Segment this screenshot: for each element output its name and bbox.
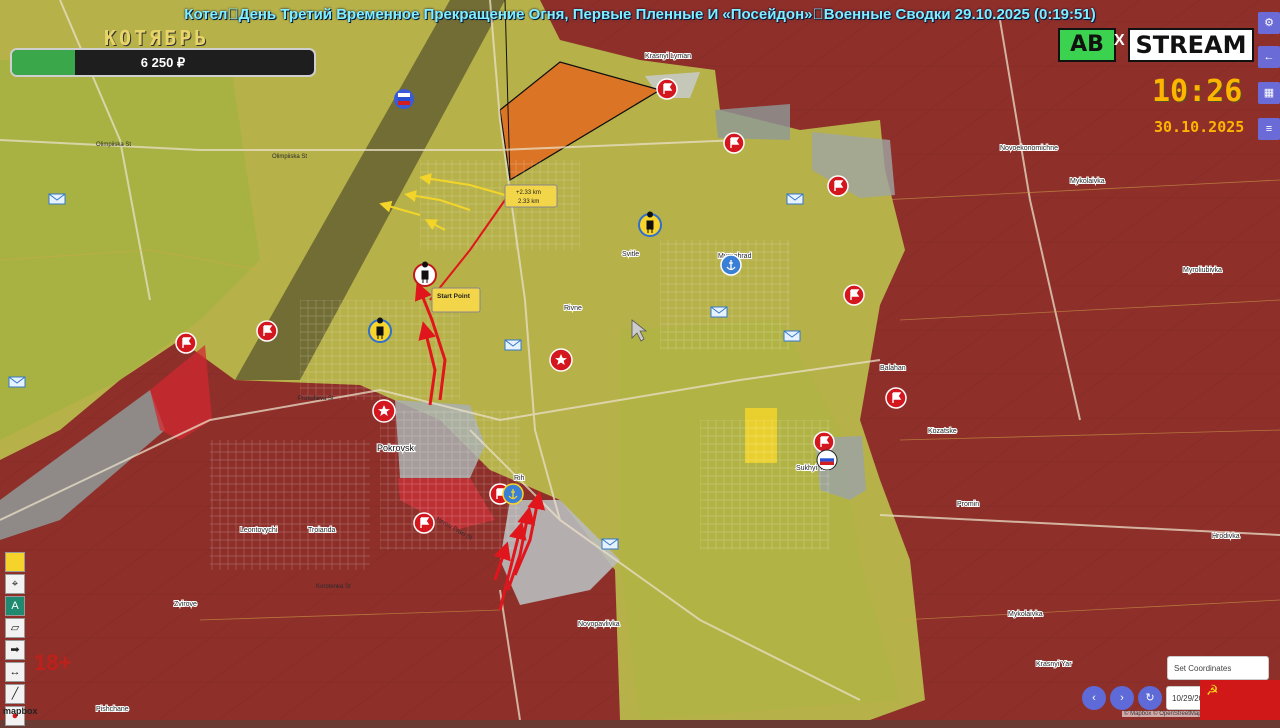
back-button[interactable]: ← <box>1258 46 1280 68</box>
street-label: Olimpiiska St <box>272 154 307 160</box>
mail-icon[interactable] <box>504 339 522 351</box>
russia-flag-icon[interactable] <box>816 449 838 471</box>
start-point-label: Start Point <box>431 287 481 313</box>
logo-x: X <box>1114 32 1125 49</box>
clock: 10:26 <box>1152 74 1243 109</box>
settings-button[interactable]: ⚙ <box>1258 12 1280 34</box>
place-label: Leontovychi <box>240 527 278 534</box>
mapbox-logo: mapbox <box>3 706 38 716</box>
date: 30.10.2025 <box>1154 118 1245 136</box>
street-label: Korotenka St <box>316 584 351 590</box>
gray-zone-north <box>715 104 790 140</box>
star-icon[interactable] <box>549 348 573 372</box>
street-label: Olimpiiska St <box>96 142 131 148</box>
draw-toolbar: ⌖ A ▱ ➡ ↔ ╱ ● <box>5 552 25 728</box>
mail-icon[interactable] <box>601 538 619 550</box>
place-label: Hrodivka <box>1212 533 1240 540</box>
flag-icon[interactable] <box>843 284 865 306</box>
place-label: Zvirove <box>174 601 197 608</box>
video-title: Котел День Третий Временное Прекращение … <box>184 6 1096 23</box>
frontline-map[interactable]: Krasnyi Lyman Novoekonomichne Mykolaivka… <box>0 0 1280 720</box>
place-label: Krasnyi Yar <box>1036 661 1072 668</box>
next-date-button[interactable]: › <box>1110 686 1134 710</box>
menu-button[interactable]: ≡ <box>1258 118 1280 140</box>
flag-icon[interactable] <box>827 175 849 197</box>
soviet-flag: ☭ <box>1200 680 1280 720</box>
flag-icon[interactable] <box>813 431 835 453</box>
mail-icon[interactable] <box>48 193 66 205</box>
star-icon[interactable] <box>372 399 396 423</box>
arrow-tool[interactable]: ➡ <box>5 640 25 660</box>
mail-icon[interactable] <box>786 193 804 205</box>
set-coordinates-input[interactable]: Set Coordinates <box>1167 656 1269 680</box>
logo-stream: STREAM <box>1128 28 1254 62</box>
donation-amount: 6 250 ₽ <box>140 55 186 70</box>
flag-icon[interactable] <box>256 320 278 342</box>
donation-bar: 6 250 ₽ <box>10 48 316 77</box>
svg-text:Start Point: Start Point <box>437 293 471 300</box>
place-label: Balahan <box>880 365 906 372</box>
mail-icon[interactable] <box>783 330 801 342</box>
flag-icon[interactable] <box>723 132 745 154</box>
svg-text:+2.33 km: +2.33 km <box>516 190 541 196</box>
refresh-button[interactable]: ↻ <box>1138 686 1162 710</box>
stream-logo: AB X STREAM <box>1058 28 1254 62</box>
place-label: Svitle <box>622 251 639 258</box>
color-tool[interactable] <box>5 552 25 572</box>
flag-icon[interactable] <box>413 512 435 534</box>
drone-icon[interactable] <box>394 89 414 109</box>
age-rating: 18+ <box>34 650 72 675</box>
place-label: Mykolaivka <box>1008 611 1043 618</box>
anchor-icon[interactable] <box>502 483 524 505</box>
hammer-sickle-icon: ☭ <box>1206 682 1219 698</box>
month-label: КОТЯБРЬ <box>104 26 210 50</box>
marker-tool[interactable]: ⌖ <box>5 574 25 594</box>
prev-date-button[interactable]: ‹ <box>1082 686 1106 710</box>
place-label: Rivne <box>564 305 582 312</box>
place-label: Novoekonomichne <box>1000 145 1058 152</box>
flag-icon[interactable] <box>656 78 678 100</box>
place-label: Myroliubivka <box>1183 267 1222 274</box>
svg-text:2.33 km: 2.33 km <box>518 199 539 205</box>
line-tool[interactable]: ╱ <box>5 684 25 704</box>
place-label: Troianda <box>308 527 335 534</box>
logo-ab: AB <box>1058 28 1116 62</box>
flag-icon[interactable] <box>885 387 907 409</box>
mail-icon[interactable] <box>710 306 728 318</box>
place-label: Novopavlivka <box>578 621 620 628</box>
place-label: Promin <box>957 501 979 508</box>
street-label: Prokofieva St <box>298 396 334 402</box>
mail-icon[interactable] <box>8 376 26 388</box>
polygon-tool[interactable]: ▱ <box>5 618 25 638</box>
layers-button[interactable]: ▦ <box>1258 82 1280 104</box>
place-label: Kozatske <box>928 428 957 435</box>
place-label: Pishchane <box>96 706 129 713</box>
measure-tool[interactable]: ↔ <box>5 662 25 682</box>
anchor-icon[interactable] <box>720 254 742 276</box>
flag-icon[interactable] <box>175 332 197 354</box>
text-tool[interactable]: A <box>5 596 25 616</box>
place-label: Krasnyi Lyman <box>645 53 691 60</box>
map-attribution: © Mapbox © OpenStreetMap <box>1122 711 1204 717</box>
distance-label: +2.33 km 2.33 km <box>504 184 558 208</box>
place-label: Rih <box>514 475 525 482</box>
place-label: Mykolaivka <box>1070 178 1105 185</box>
place-label: Pokrovsk <box>377 443 415 453</box>
